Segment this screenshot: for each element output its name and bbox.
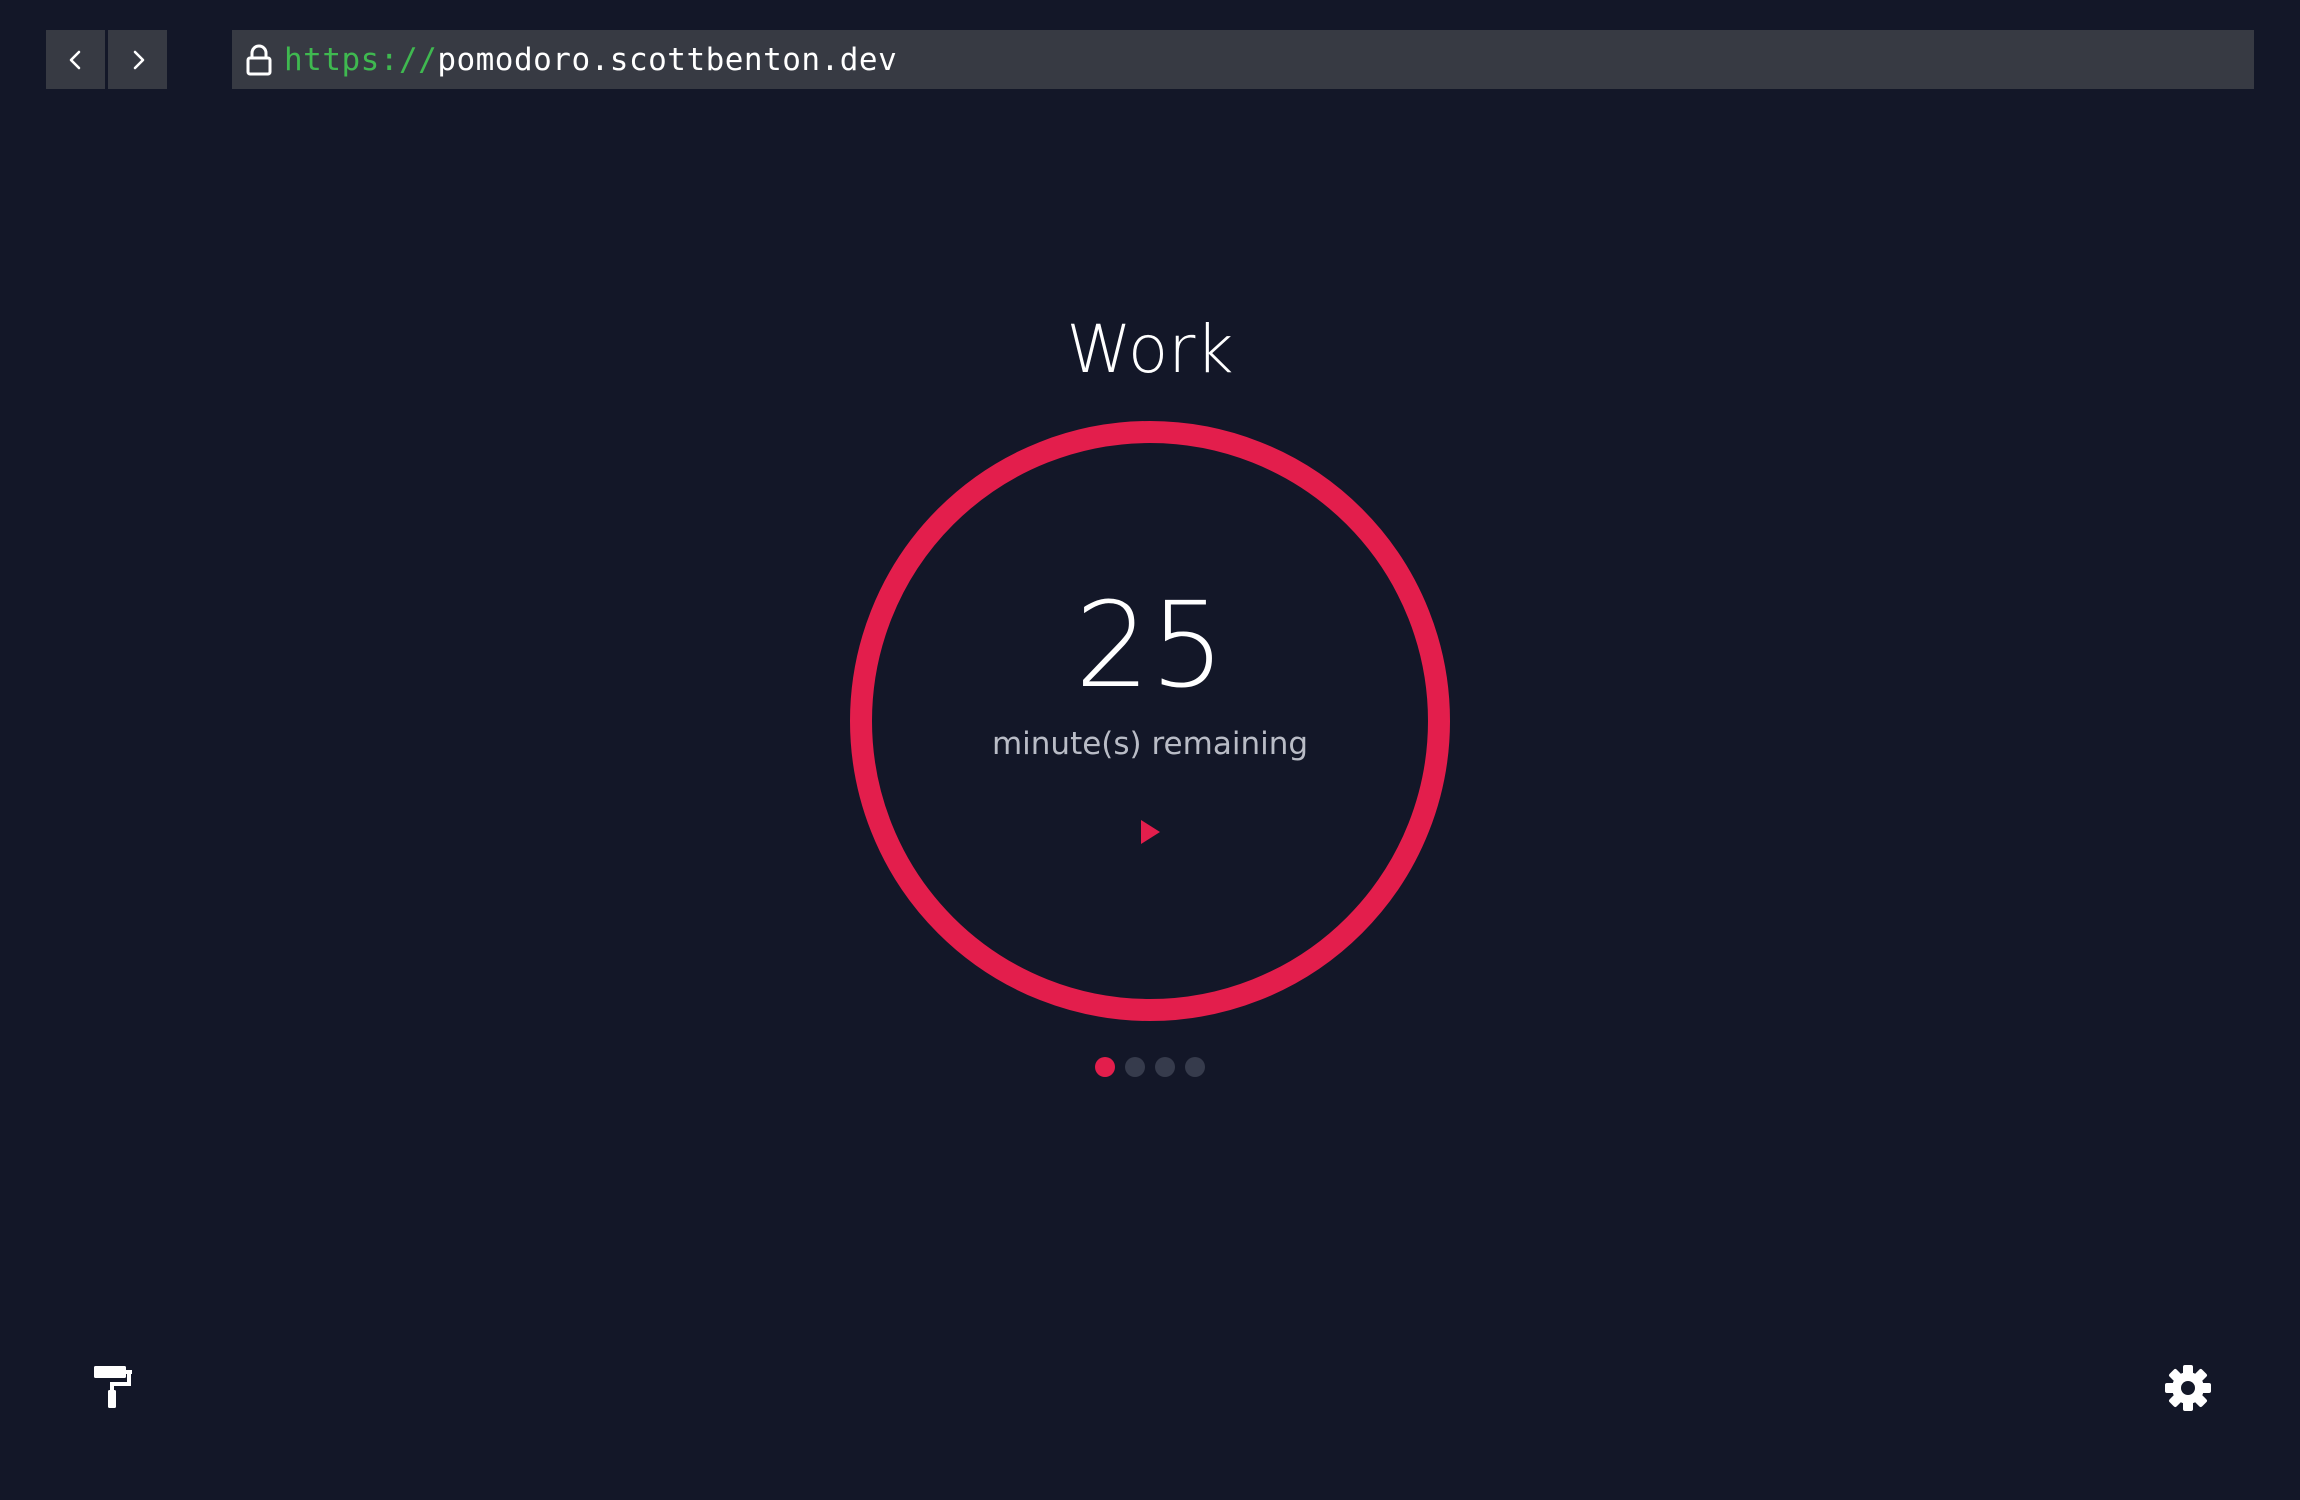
back-button[interactable] [46, 30, 105, 89]
browser-nav [46, 30, 167, 89]
timer-progress-ring [850, 421, 1450, 1021]
timer-mode-title: Work [1066, 311, 1234, 388]
session-dot-active [1095, 1057, 1115, 1077]
session-dot [1185, 1057, 1205, 1077]
url-scheme: https:// [284, 41, 438, 78]
minutes-remaining-label: minute(s) remaining [991, 726, 1309, 762]
url-host: pomodoro.scottbenton.dev [437, 41, 898, 78]
lock-icon [244, 44, 274, 76]
address-bar[interactable]: https://pomodoro.scottbenton.dev [232, 30, 2254, 89]
paint-roller-icon [94, 1366, 132, 1408]
play-button[interactable] [1130, 812, 1170, 852]
theme-button[interactable] [92, 1364, 136, 1410]
forward-button[interactable] [108, 30, 167, 89]
session-indicator [1095, 1057, 1205, 1077]
settings-button[interactable] [2164, 1364, 2212, 1412]
minutes-remaining: 25 [1074, 576, 1226, 714]
pomodoro-page: https://pomodoro.scottbenton.dev Work 25… [0, 0, 2300, 1500]
gear-icon [2165, 1365, 2211, 1411]
session-dot [1125, 1057, 1145, 1077]
chevron-right-icon [133, 50, 144, 69]
session-dot [1155, 1057, 1175, 1077]
play-icon [1141, 820, 1160, 844]
url-text: https://pomodoro.scottbenton.dev [284, 42, 897, 78]
chevron-left-icon [69, 50, 80, 69]
